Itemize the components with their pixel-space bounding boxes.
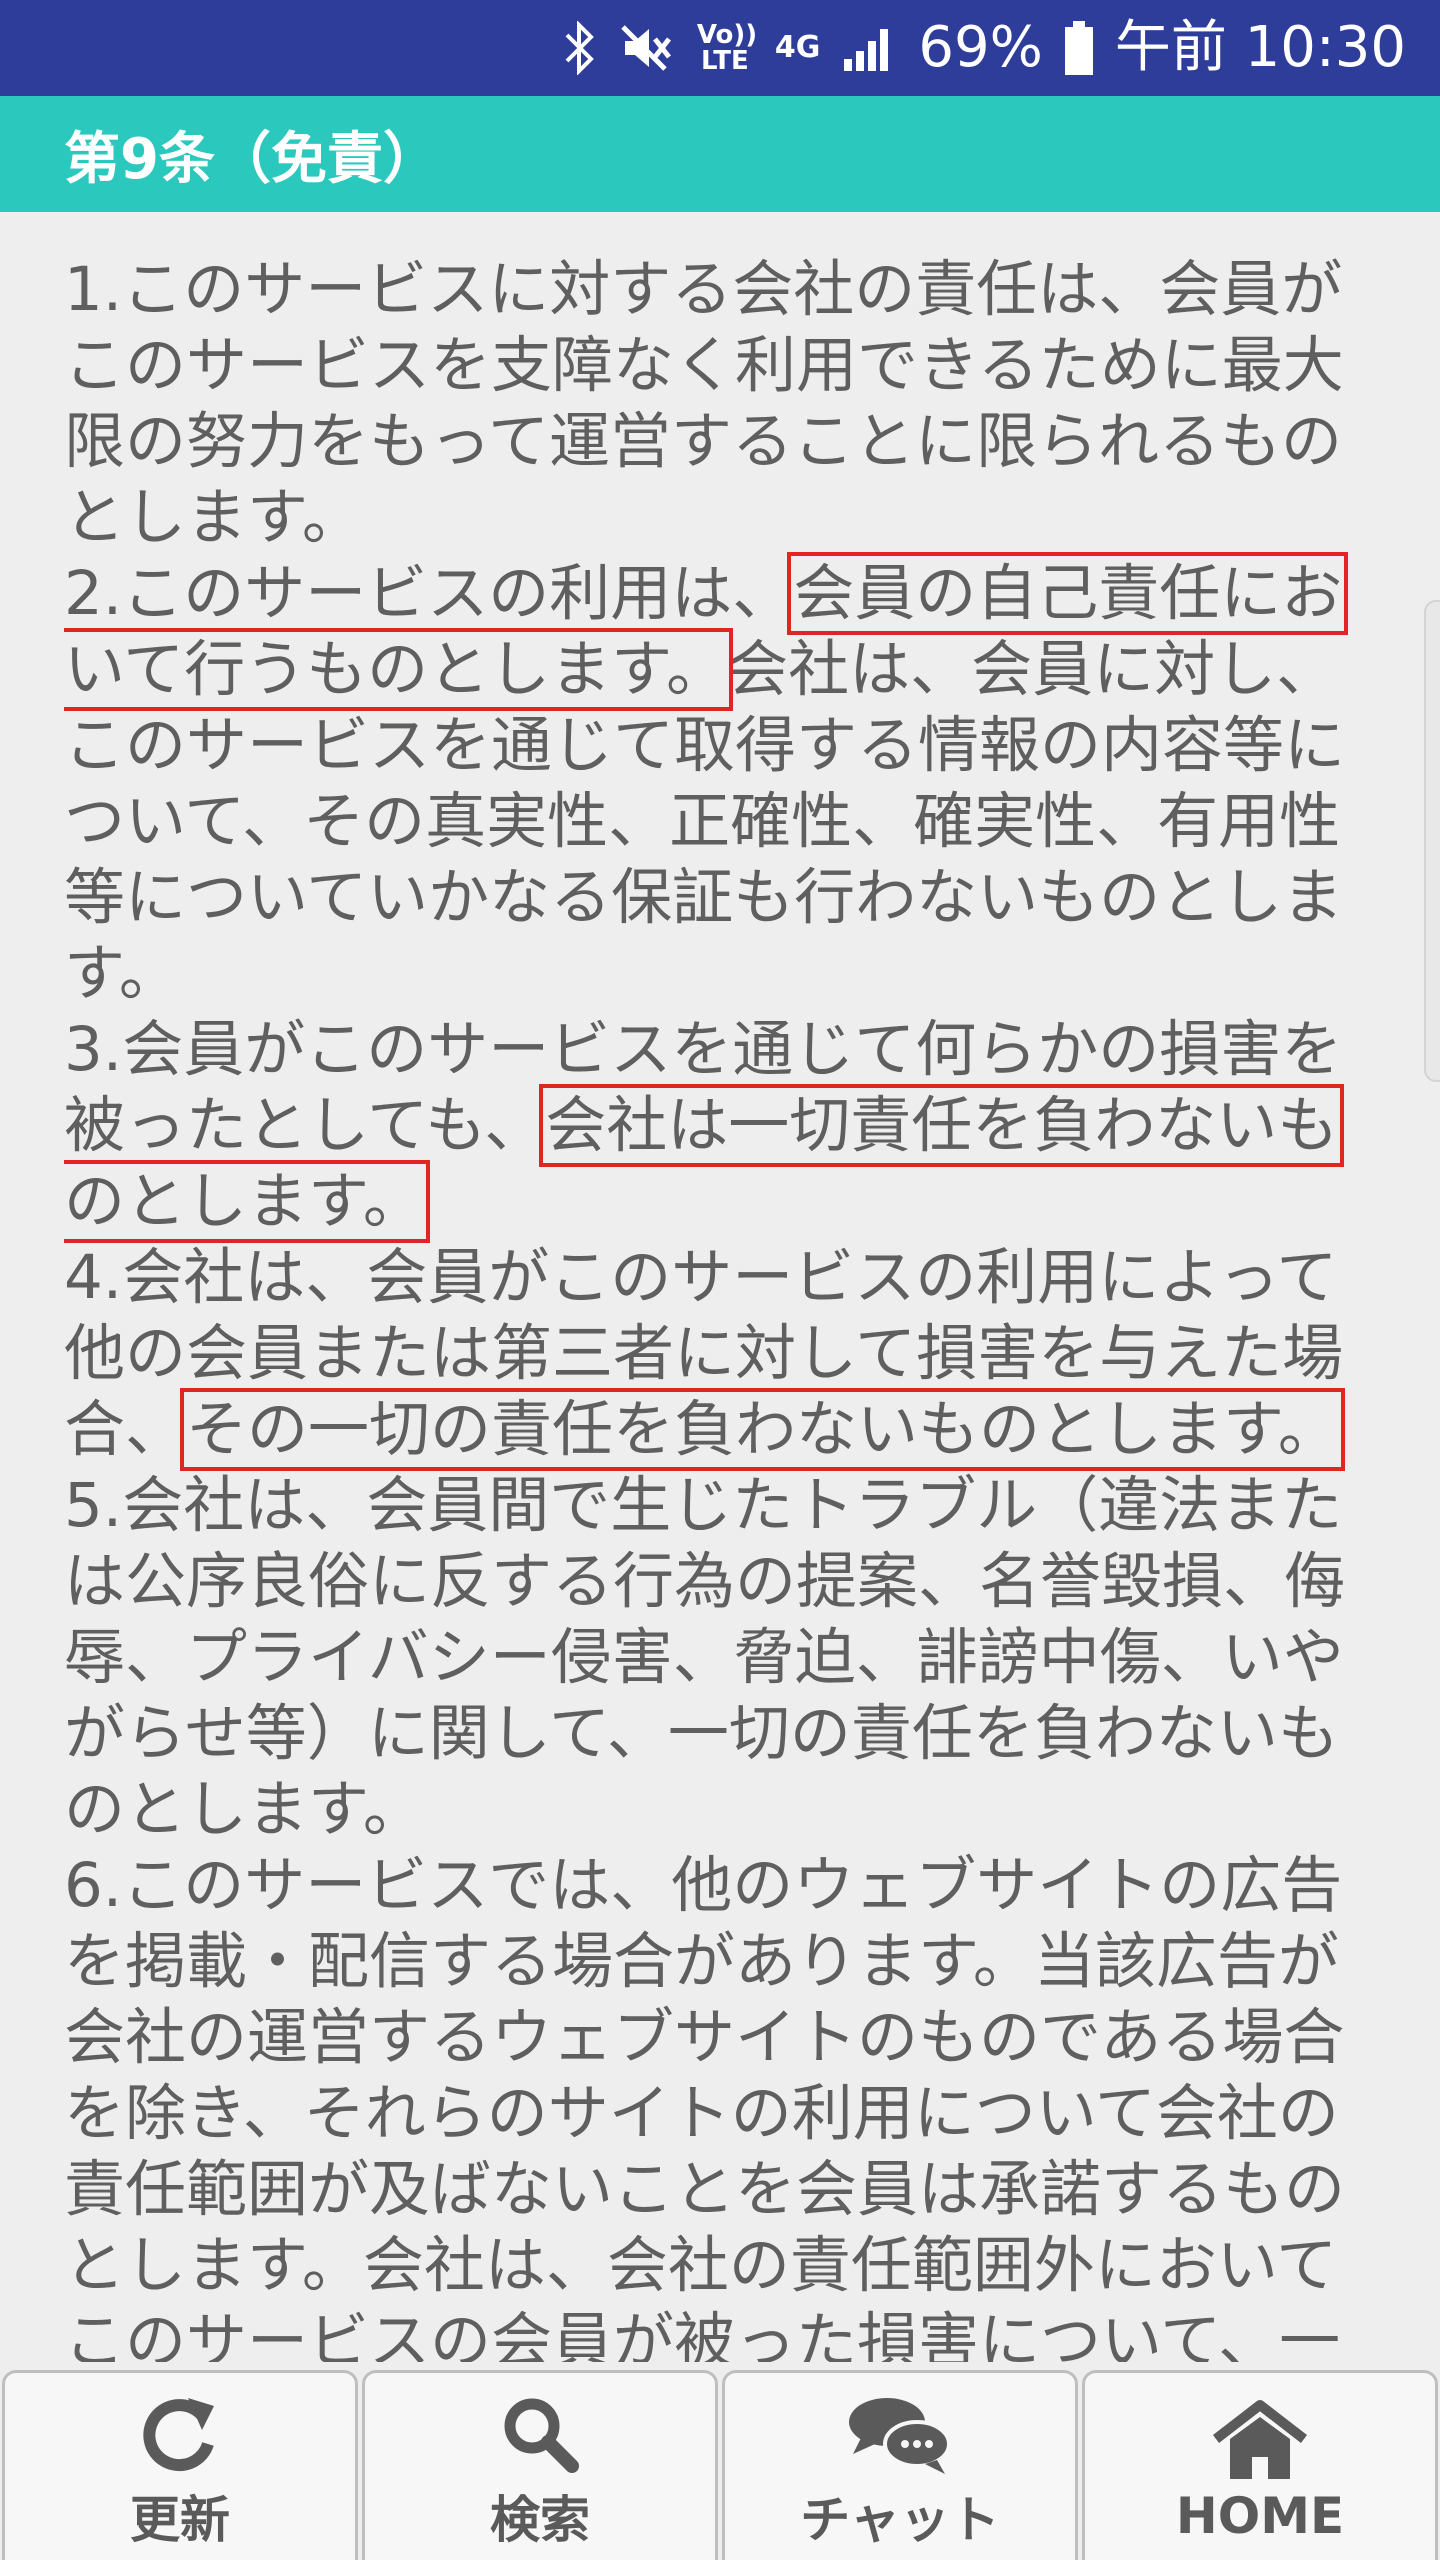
refresh-label: 更新 bbox=[130, 2490, 230, 2549]
terms-content[interactable]: 1.このサービスに対する会社の責任は、会員がこのサービスを支障なく利用できるため… bbox=[64, 252, 1354, 2362]
clause-5: 5.会社は、会員間で生じたトラブル（違法または公序良俗に反する行為の提案、名誉毀… bbox=[64, 1470, 1346, 1845]
home-label: HOME bbox=[1175, 2486, 1345, 2545]
clause-6: 6.このサービスでは、他のウェブサイトの広告を掲載・配信する場合があります。当該… bbox=[64, 1850, 1346, 2362]
home-button[interactable]: HOME bbox=[1082, 2370, 1438, 2560]
clause-4-highlight: その一切の責任を負わないものとします。 bbox=[180, 1388, 1345, 1471]
status-bar: Vo)) LTE 4G 69% 午前 10:30 bbox=[0, 0, 1440, 96]
clause-3: 3.会員がこのサービスを通じて何らかの損害を被ったとしても、会社は一切責任を負わ… bbox=[64, 1012, 1354, 1243]
clause-2: 2.このサービスの利用は、会員の自己責任において行うものとします。会社は、会員に… bbox=[64, 552, 1354, 1012]
chat-label: チャット bbox=[800, 2490, 1000, 2549]
network-type: 4G bbox=[774, 30, 821, 65]
chat-button[interactable]: チャット bbox=[722, 2370, 1078, 2560]
battery-percent: 69% bbox=[918, 15, 1043, 80]
clause-4: 4.会社は、会員がこのサービスの利用によって他の会員または第三者に対して損害を与… bbox=[64, 1240, 1354, 1471]
mute-icon bbox=[619, 23, 675, 73]
refresh-button[interactable]: 更新 bbox=[2, 2370, 358, 2560]
clock: 午前 10:30 bbox=[1114, 15, 1406, 80]
clause-1: 1.このサービスに対する会社の責任は、会員がこのサービスを支障なく利用できるため… bbox=[64, 254, 1344, 553]
page-title: 第9条（免責） bbox=[64, 126, 439, 192]
search-button[interactable]: 検索 bbox=[362, 2370, 718, 2560]
bluetooth-icon bbox=[563, 21, 597, 75]
signal-icon bbox=[842, 23, 896, 73]
scroll-indicator[interactable] bbox=[1424, 600, 1440, 1082]
volte-indicator: Vo)) LTE bbox=[696, 20, 758, 76]
home-icon bbox=[1210, 2399, 1310, 2483]
clause-2-text-a: 2.このサービスの利用は、 bbox=[64, 558, 794, 629]
refresh-icon bbox=[138, 2392, 222, 2476]
chat-icon bbox=[845, 2392, 955, 2476]
section-header: 第9条（免責） bbox=[0, 96, 1440, 212]
battery-icon bbox=[1064, 21, 1093, 75]
search-label: 検索 bbox=[490, 2490, 590, 2549]
bottom-nav: 更新 検索 チャット HOME bbox=[0, 2366, 1440, 2560]
search-icon bbox=[498, 2392, 582, 2476]
